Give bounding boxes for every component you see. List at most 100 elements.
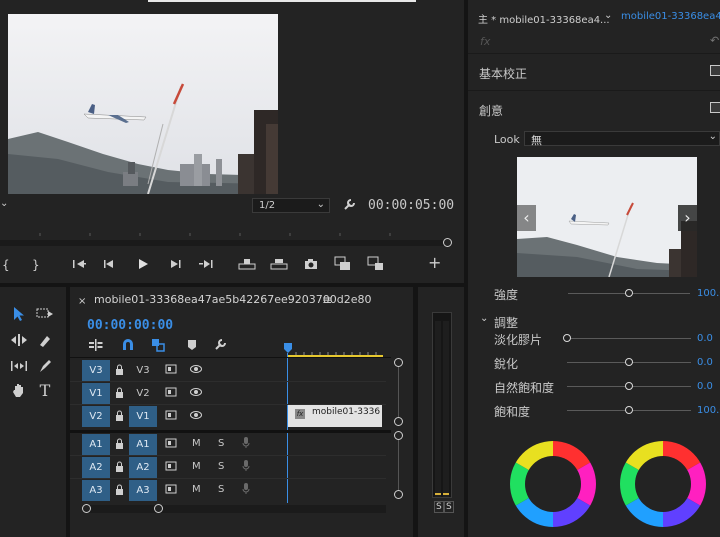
microphone-icon[interactable]	[242, 483, 250, 498]
creative-checkbox[interactable]	[710, 102, 720, 113]
intensity-slider-knob[interactable]	[625, 289, 633, 297]
basic-correction-heading[interactable]: 基本校正	[479, 65, 527, 82]
lock-icon[interactable]	[115, 438, 124, 452]
wrench-icon[interactable]	[342, 198, 356, 215]
slider-knob[interactable]	[625, 382, 633, 390]
reset-icon[interactable]: ↶	[710, 34, 719, 47]
razor-tool-icon[interactable]	[34, 329, 56, 351]
microphone-icon[interactable]	[242, 437, 250, 452]
sync-lock-icon[interactable]	[165, 461, 177, 474]
playhead-handle[interactable]	[284, 343, 292, 353]
monitor-ruler[interactable]	[0, 229, 448, 236]
track-label-v2[interactable]: V2	[129, 383, 157, 404]
slider-knob[interactable]	[625, 358, 633, 366]
sync-lock-icon[interactable]	[165, 484, 177, 497]
scrollbar-handle[interactable]	[443, 238, 452, 247]
step-forward-icon[interactable]	[168, 258, 182, 273]
mark-in-icon[interactable]: {	[2, 258, 10, 272]
shadow-tint-wheel[interactable]	[509, 440, 597, 528]
mute-button[interactable]: M	[192, 438, 201, 449]
solo-button[interactable]: S	[218, 438, 224, 449]
video-clip[interactable]: fx mobile01-33368ea4	[288, 405, 382, 427]
solo-left-button[interactable]: S	[434, 501, 444, 513]
nest-icon[interactable]	[89, 339, 103, 354]
lock-icon[interactable]	[115, 410, 124, 424]
monitor-scrollbar[interactable]	[0, 240, 446, 246]
video-vertical-scrollbar[interactable]	[394, 358, 403, 426]
mute-button[interactable]: M	[192, 461, 201, 472]
track-target-a2[interactable]: A2	[129, 457, 157, 478]
solo-right-button[interactable]: S	[444, 501, 454, 513]
adjustments-heading[interactable]: 調整	[494, 314, 518, 331]
microphone-icon[interactable]	[242, 460, 250, 475]
track-target-v3[interactable]: V3	[82, 360, 110, 381]
ripple-edit-tool-icon[interactable]	[8, 329, 30, 351]
master-clip-tab[interactable]: 主 * mobile01-33368ea4...	[478, 11, 610, 26]
solo-button[interactable]: S	[218, 484, 224, 495]
lock-icon[interactable]	[115, 461, 124, 475]
highlight-tint-wheel[interactable]	[619, 440, 707, 528]
go-to-in-icon[interactable]	[72, 258, 86, 273]
overwrite-icon[interactable]	[367, 256, 385, 275]
intensity-value[interactable]: 100.0	[697, 288, 720, 299]
add-marker-icon[interactable]	[187, 339, 197, 354]
source-patch-a3[interactable]: A3	[82, 480, 110, 501]
lock-icon[interactable]	[115, 484, 124, 498]
fx-toggle[interactable]: fx	[480, 35, 490, 48]
lock-icon[interactable]	[115, 364, 124, 378]
slip-tool-icon[interactable]	[8, 355, 30, 377]
sync-lock-icon[interactable]	[165, 364, 177, 377]
camera-icon[interactable]	[304, 258, 318, 273]
track-target-v2[interactable]: V2	[82, 406, 110, 427]
mark-out-icon[interactable]: }	[32, 258, 40, 272]
chevron-down-icon[interactable]: ⌄	[604, 10, 612, 21]
hand-tool-icon[interactable]	[8, 379, 30, 401]
step-back-icon[interactable]	[103, 258, 117, 273]
go-to-out-icon[interactable]	[199, 258, 213, 273]
look-dropdown[interactable]: 無 ⌄	[524, 131, 720, 147]
monitor-timecode[interactable]: 00:00:05:00	[368, 198, 454, 213]
solo-button[interactable]: S	[218, 461, 224, 472]
selection-tool-icon[interactable]	[8, 303, 30, 325]
timeline-zoom-scrollbar[interactable]	[82, 504, 394, 513]
add-button-icon[interactable]: +	[428, 255, 441, 271]
creative-heading[interactable]: 創意	[479, 102, 503, 119]
audio-vertical-scrollbar[interactable]	[394, 431, 403, 499]
next-look-button[interactable]: ›	[678, 205, 697, 231]
basic-correction-checkbox[interactable]	[710, 65, 720, 76]
zoom-dropdown[interactable]: 1/2 ⌄	[252, 198, 330, 213]
slider-knob[interactable]	[625, 406, 633, 414]
eye-icon[interactable]	[190, 364, 202, 377]
snap-magnet-icon[interactable]	[121, 338, 135, 355]
track-label-v3[interactable]: V3	[129, 360, 157, 381]
lift-icon[interactable]	[238, 258, 256, 273]
pen-tool-icon[interactable]	[34, 355, 56, 377]
timeline-ruler[interactable]	[288, 347, 383, 357]
previous-look-button[interactable]: ‹	[517, 205, 536, 231]
track-target-a3[interactable]: A3	[129, 480, 157, 501]
type-tool-icon[interactable]: T	[34, 379, 56, 401]
extract-icon[interactable]	[270, 258, 288, 273]
timeline-settings-wrench-icon[interactable]	[213, 338, 227, 355]
source-patch-a1[interactable]: A1	[82, 434, 110, 455]
sync-lock-icon[interactable]	[165, 438, 177, 451]
monitor-left-dropdown[interactable]: ⌄	[0, 198, 12, 212]
slider-value[interactable]: 0.0	[697, 381, 713, 392]
sequence-clip-tab[interactable]: mobile01-33368ea47...	[621, 11, 720, 22]
insert-icon[interactable]	[334, 256, 352, 275]
slider-value[interactable]: 0.0	[697, 333, 713, 344]
slider-value[interactable]: 0.0	[697, 357, 713, 368]
track-target-a1[interactable]: A1	[129, 434, 157, 455]
track-select-tool-icon[interactable]	[34, 303, 56, 325]
slider-track[interactable]	[567, 338, 691, 339]
slider-knob[interactable]	[563, 334, 571, 342]
eye-icon[interactable]	[190, 410, 202, 423]
source-patch-a2[interactable]: A2	[82, 457, 110, 478]
slider-value[interactable]: 100.0	[697, 405, 720, 416]
timeline-timecode[interactable]: 00:00:00:00	[87, 318, 173, 333]
play-icon[interactable]	[136, 258, 150, 273]
linked-selection-icon[interactable]	[151, 338, 165, 355]
close-tab-button[interactable]: ×	[78, 296, 86, 307]
source-patch-v1[interactable]: V1	[129, 406, 157, 427]
chevron-down-icon[interactable]: ⌄	[480, 313, 488, 324]
